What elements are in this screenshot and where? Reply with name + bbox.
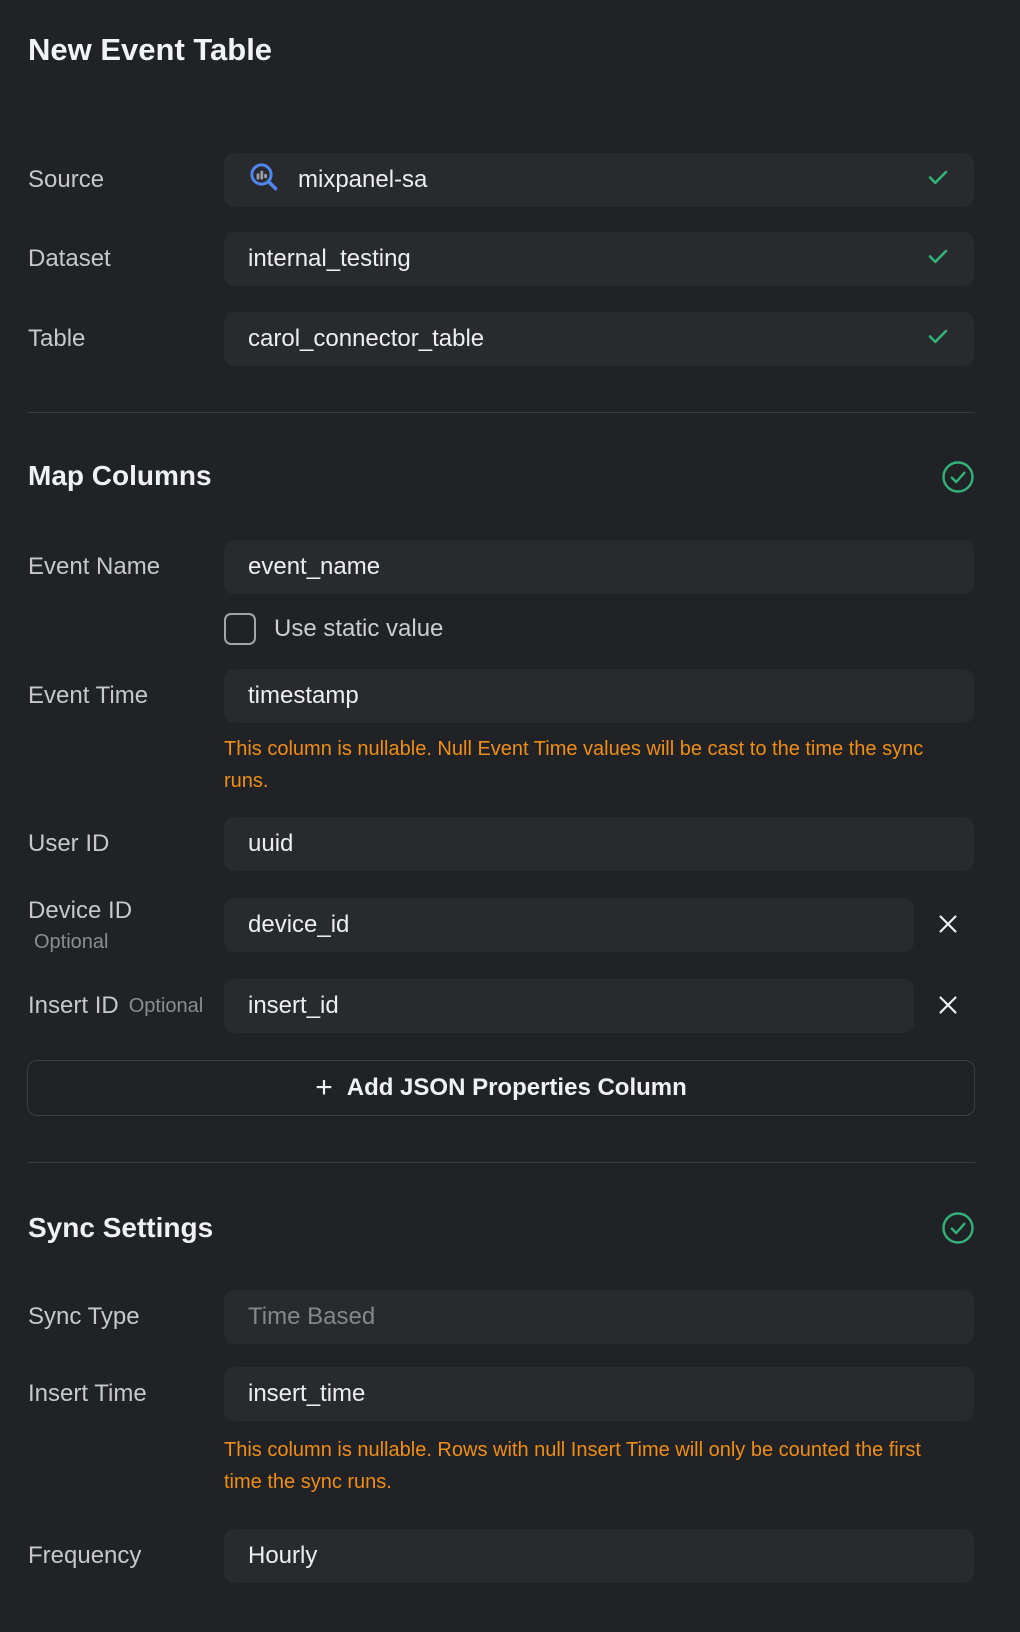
user-id-label: User ID [28, 817, 216, 871]
insert-time-nullable-warning: This column is nullable. Rows with null … [224, 1434, 984, 1498]
valid-check-icon [926, 165, 950, 196]
insert-time-label: Insert Time [28, 1367, 216, 1421]
frequency-field[interactable]: Hourly [224, 1529, 974, 1583]
sync-settings-heading: Sync Settings [28, 1210, 213, 1246]
table-value: carol_connector_table [248, 325, 484, 353]
bigquery-source-icon [248, 161, 280, 200]
event-time-nullable-warning: This column is nullable. Null Event Time… [224, 733, 984, 797]
device-id-label: Device ID Optional [28, 898, 216, 952]
insert-id-label: Insert ID Optional [28, 979, 216, 1033]
frequency-label: Frequency [28, 1529, 216, 1583]
remove-device-id-button[interactable] [927, 904, 969, 946]
user-id-field[interactable]: uuid [224, 817, 974, 871]
frequency-value: Hourly [248, 1542, 317, 1570]
close-icon [936, 993, 960, 1020]
device-id-field[interactable]: device_id [224, 898, 914, 952]
dataset-value: internal_testing [248, 245, 411, 273]
table-field[interactable]: carol_connector_table [224, 312, 974, 366]
valid-check-icon [926, 244, 950, 275]
source-value: mixpanel-sa [298, 166, 427, 194]
section-divider [27, 1162, 975, 1163]
user-id-value: uuid [248, 830, 293, 858]
insert-time-value: insert_time [248, 1380, 365, 1408]
static-value-row: Use static value [224, 613, 443, 645]
event-name-field[interactable]: event_name [224, 540, 974, 594]
sync-type-field[interactable]: Time Based [224, 1290, 974, 1344]
event-time-value: timestamp [248, 682, 359, 710]
use-static-value-label: Use static value [274, 615, 443, 643]
event-name-label: Event Name [28, 540, 216, 594]
map-columns-heading: Map Columns [28, 458, 212, 494]
insert-time-field[interactable]: insert_time [224, 1367, 974, 1421]
section-divider [27, 412, 975, 413]
page-title: New Event Table [28, 30, 272, 70]
device-id-value: device_id [248, 911, 349, 939]
table-label: Table [28, 312, 216, 366]
plus-icon: + [315, 1073, 333, 1103]
device-id-optional-tag: Optional [34, 931, 109, 954]
use-static-value-checkbox[interactable] [224, 613, 256, 645]
sync-type-value: Time Based [248, 1303, 375, 1331]
sync-type-label: Sync Type [28, 1290, 216, 1344]
insert-id-value: insert_id [248, 992, 339, 1020]
event-time-label: Event Time [28, 669, 216, 723]
remove-insert-id-button[interactable] [927, 985, 969, 1027]
insert-id-field[interactable]: insert_id [224, 979, 914, 1033]
event-time-field[interactable]: timestamp [224, 669, 974, 723]
valid-check-icon [926, 324, 950, 355]
dataset-label: Dataset [28, 232, 216, 286]
insert-id-optional-tag: Optional [129, 995, 204, 1018]
add-json-properties-button[interactable]: + Add JSON Properties Column [27, 1060, 975, 1116]
source-field[interactable]: mixpanel-sa [224, 153, 974, 207]
source-label: Source [28, 153, 216, 207]
dataset-field[interactable]: internal_testing [224, 232, 974, 286]
close-icon [936, 912, 960, 939]
event-name-value: event_name [248, 553, 380, 581]
section-complete-icon [941, 1211, 975, 1245]
section-complete-icon [941, 460, 975, 494]
